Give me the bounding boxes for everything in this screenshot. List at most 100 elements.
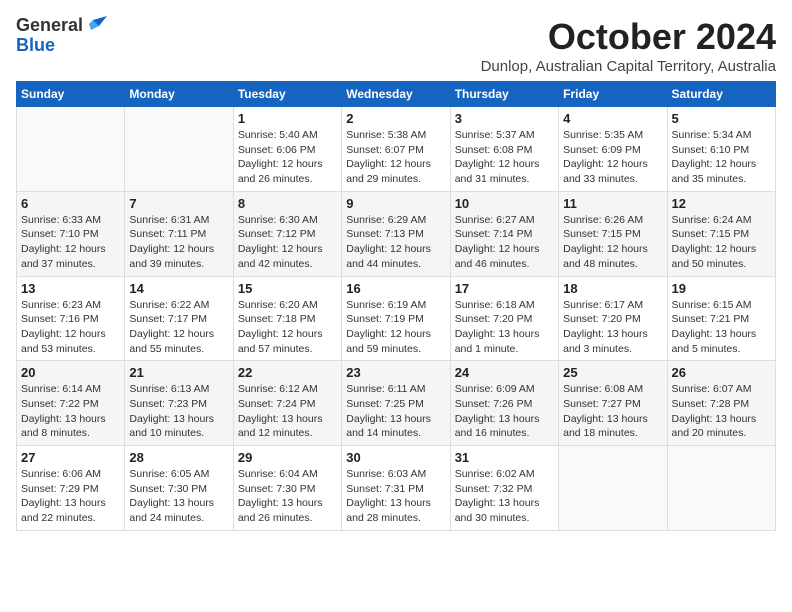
calendar-cell: 26 Sunrise: 6:07 AM Sunset: 7:28 PM Dayli… — [667, 361, 775, 446]
day-number: 16 — [346, 281, 445, 296]
day-info: Sunrise: 5:37 AM Sunset: 6:08 PM Dayligh… — [455, 128, 554, 187]
calendar-cell: 18 Sunrise: 6:17 AM Sunset: 7:20 PM Dayli… — [559, 276, 667, 361]
day-info: Sunrise: 6:23 AM Sunset: 7:16 PM Dayligh… — [21, 298, 120, 357]
day-info: Sunrise: 6:33 AM Sunset: 7:10 PM Dayligh… — [21, 213, 120, 272]
calendar-cell: 20Sunrise: 6:14 AM Sunset: 7:22 PM Dayli… — [17, 361, 125, 446]
calendar-cell: 2Sunrise: 5:38 AM Sunset: 6:07 PM Daylig… — [342, 107, 450, 192]
day-info: Sunrise: 6:04 AM Sunset: 7:30 PM Dayligh… — [238, 467, 337, 526]
calendar-cell: 30Sunrise: 6:03 AM Sunset: 7:31 PM Dayli… — [342, 446, 450, 531]
header-row: SundayMondayTuesdayWednesdayThursdayFrid… — [17, 82, 776, 107]
calendar-cell: 17 Sunrise: 6:18 AM Sunset: 7:20 PM Dayli… — [450, 276, 558, 361]
day-number: 20 — [21, 365, 120, 380]
day-number: 2 — [346, 111, 445, 126]
calendar-cell — [125, 107, 233, 192]
day-info: Sunrise: 6:18 AM Sunset: 7:20 PM Dayligh… — [455, 298, 554, 357]
calendar-week-4: 27 Sunrise: 6:06 AM Sunset: 7:29 PM Dayli… — [17, 446, 776, 531]
calendar-cell: 16 Sunrise: 6:19 AM Sunset: 7:19 PM Dayli… — [342, 276, 450, 361]
calendar-cell: 5 Sunrise: 5:34 AM Sunset: 6:10 PM Daylig… — [667, 107, 775, 192]
day-number: 11 — [563, 196, 662, 211]
day-info: Sunrise: 6:05 AM Sunset: 7:30 PM Dayligh… — [129, 467, 228, 526]
logo-bird-icon — [85, 16, 107, 36]
day-number: 12 — [672, 196, 771, 211]
header-cell-friday: Friday — [559, 82, 667, 107]
day-info: Sunrise: 6:27 AM Sunset: 7:14 PM Dayligh… — [455, 213, 554, 272]
day-info: Sunrise: 6:15 AM Sunset: 7:21 PM Dayligh… — [672, 298, 771, 357]
calendar-cell: 29 Sunrise: 6:04 AM Sunset: 7:30 PM Dayli… — [233, 446, 341, 531]
header-cell-wednesday: Wednesday — [342, 82, 450, 107]
calendar-cell — [559, 446, 667, 531]
calendar-cell: 23 Sunrise: 6:11 AM Sunset: 7:25 PM Dayli… — [342, 361, 450, 446]
day-number: 5 — [672, 111, 771, 126]
header-cell-tuesday: Tuesday — [233, 82, 341, 107]
day-info: Sunrise: 6:19 AM Sunset: 7:19 PM Dayligh… — [346, 298, 445, 357]
day-info: Sunrise: 5:40 AM Sunset: 6:06 PM Dayligh… — [238, 128, 337, 187]
day-number: 26 — [672, 365, 771, 380]
day-info: Sunrise: 6:22 AM Sunset: 7:17 PM Dayligh… — [129, 298, 228, 357]
day-info: Sunrise: 5:34 AM Sunset: 6:10 PM Dayligh… — [672, 128, 771, 187]
location-title: Dunlop, Australian Capital Territory, Au… — [481, 58, 776, 75]
day-number: 17 — [455, 281, 554, 296]
calendar-week-3: 20Sunrise: 6:14 AM Sunset: 7:22 PM Dayli… — [17, 361, 776, 446]
day-number: 27 — [21, 450, 120, 465]
calendar-cell: 10Sunrise: 6:27 AM Sunset: 7:14 PM Dayli… — [450, 191, 558, 276]
day-number: 7 — [129, 196, 228, 211]
logo: General Blue — [16, 16, 107, 56]
calendar-cell: 12Sunrise: 6:24 AM Sunset: 7:15 PM Dayli… — [667, 191, 775, 276]
day-info: Sunrise: 6:07 AM Sunset: 7:28 PM Dayligh… — [672, 382, 771, 441]
header-cell-saturday: Saturday — [667, 82, 775, 107]
day-info: Sunrise: 5:35 AM Sunset: 6:09 PM Dayligh… — [563, 128, 662, 187]
calendar-week-2: 13 Sunrise: 6:23 AM Sunset: 7:16 PM Dayli… — [17, 276, 776, 361]
day-info: Sunrise: 6:06 AM Sunset: 7:29 PM Dayligh… — [21, 467, 120, 526]
day-info: Sunrise: 6:09 AM Sunset: 7:26 PM Dayligh… — [455, 382, 554, 441]
calendar-cell: 14 Sunrise: 6:22 AM Sunset: 7:17 PM Dayli… — [125, 276, 233, 361]
month-title: October 2024 — [481, 16, 776, 58]
day-info: Sunrise: 6:02 AM Sunset: 7:32 PM Dayligh… — [455, 467, 554, 526]
day-number: 31 — [455, 450, 554, 465]
day-number: 19 — [672, 281, 771, 296]
day-info: Sunrise: 6:08 AM Sunset: 7:27 PM Dayligh… — [563, 382, 662, 441]
logo-blue-text: Blue — [16, 36, 55, 56]
calendar-cell: 24 Sunrise: 6:09 AM Sunset: 7:26 PM Dayli… — [450, 361, 558, 446]
logo-general-text: General — [16, 16, 83, 36]
calendar-cell: 11 Sunrise: 6:26 AM Sunset: 7:15 PM Dayli… — [559, 191, 667, 276]
calendar-cell — [667, 446, 775, 531]
day-number: 25 — [563, 365, 662, 380]
day-number: 21 — [129, 365, 228, 380]
calendar-body: 1Sunrise: 5:40 AM Sunset: 6:06 PM Daylig… — [17, 107, 776, 531]
title-block: October 2024 Dunlop, Australian Capital … — [481, 16, 776, 75]
calendar-cell: 25 Sunrise: 6:08 AM Sunset: 7:27 PM Dayli… — [559, 361, 667, 446]
calendar-cell: 22 Sunrise: 6:12 AM Sunset: 7:24 PM Dayli… — [233, 361, 341, 446]
day-number: 18 — [563, 281, 662, 296]
day-number: 4 — [563, 111, 662, 126]
calendar-cell: 15Sunrise: 6:20 AM Sunset: 7:18 PM Dayli… — [233, 276, 341, 361]
day-number: 8 — [238, 196, 337, 211]
day-number: 14 — [129, 281, 228, 296]
header-cell-sunday: Sunday — [17, 82, 125, 107]
calendar-week-0: 1Sunrise: 5:40 AM Sunset: 6:06 PM Daylig… — [17, 107, 776, 192]
calendar-cell: 27 Sunrise: 6:06 AM Sunset: 7:29 PM Dayli… — [17, 446, 125, 531]
header-cell-thursday: Thursday — [450, 82, 558, 107]
calendar-header: SundayMondayTuesdayWednesdayThursdayFrid… — [17, 82, 776, 107]
day-number: 22 — [238, 365, 337, 380]
calendar-cell — [17, 107, 125, 192]
day-info: Sunrise: 6:12 AM Sunset: 7:24 PM Dayligh… — [238, 382, 337, 441]
day-info: Sunrise: 6:26 AM Sunset: 7:15 PM Dayligh… — [563, 213, 662, 272]
day-number: 23 — [346, 365, 445, 380]
calendar-cell: 31 Sunrise: 6:02 AM Sunset: 7:32 PM Dayli… — [450, 446, 558, 531]
day-info: Sunrise: 6:30 AM Sunset: 7:12 PM Dayligh… — [238, 213, 337, 272]
day-number: 15 — [238, 281, 337, 296]
calendar-cell: 9Sunrise: 6:29 AM Sunset: 7:13 PM Daylig… — [342, 191, 450, 276]
day-number: 3 — [455, 111, 554, 126]
day-info: Sunrise: 6:31 AM Sunset: 7:11 PM Dayligh… — [129, 213, 228, 272]
calendar-cell: 1Sunrise: 5:40 AM Sunset: 6:06 PM Daylig… — [233, 107, 341, 192]
calendar-cell: 8 Sunrise: 6:30 AM Sunset: 7:12 PM Daylig… — [233, 191, 341, 276]
calendar-cell: 7 Sunrise: 6:31 AM Sunset: 7:11 PM Daylig… — [125, 191, 233, 276]
day-number: 9 — [346, 196, 445, 211]
day-number: 24 — [455, 365, 554, 380]
day-info: Sunrise: 6:11 AM Sunset: 7:25 PM Dayligh… — [346, 382, 445, 441]
day-number: 29 — [238, 450, 337, 465]
day-info: Sunrise: 6:17 AM Sunset: 7:20 PM Dayligh… — [563, 298, 662, 357]
calendar-cell: 13 Sunrise: 6:23 AM Sunset: 7:16 PM Dayli… — [17, 276, 125, 361]
day-number: 13 — [21, 281, 120, 296]
day-number: 30 — [346, 450, 445, 465]
